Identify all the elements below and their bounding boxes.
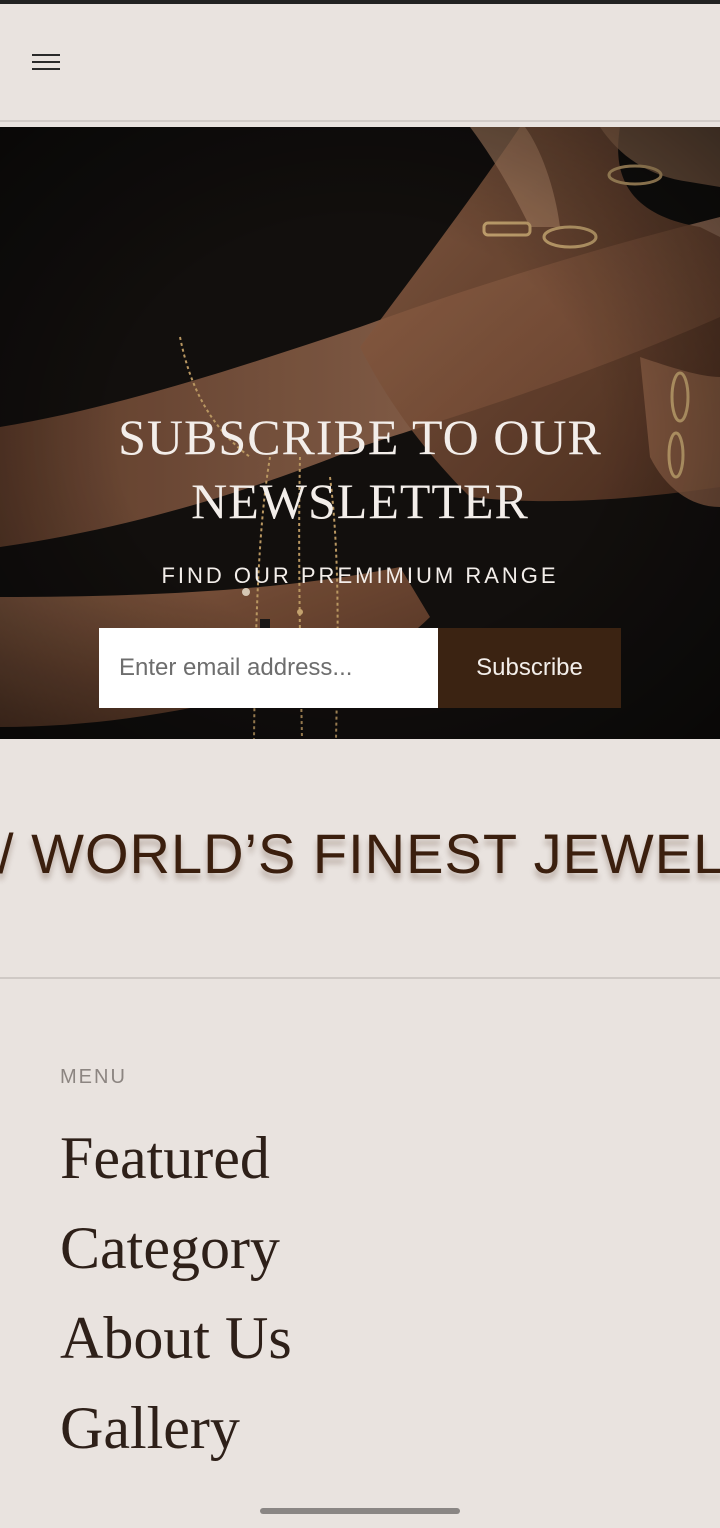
email-input[interactable] xyxy=(99,628,438,708)
subscribe-button[interactable]: Subscribe xyxy=(438,628,621,708)
newsletter-subtitle: FIND OUR PREMIMIUM RANGE xyxy=(161,563,559,588)
menu-item-gallery[interactable]: Gallery xyxy=(60,1392,240,1464)
menu-heading: MENU xyxy=(60,1066,127,1088)
banner-text: / WORLD’S FINEST JEWELL xyxy=(0,822,720,885)
menu-item-featured[interactable]: Featured xyxy=(60,1122,270,1194)
site-header xyxy=(0,4,720,122)
newsletter-hero: SUBSCRIBE TO OUR NEWSLETTER FIND OUR PRE… xyxy=(0,127,720,739)
home-indicator[interactable] xyxy=(260,1508,460,1514)
newsletter-title: SUBSCRIBE TO OUR NEWSLETTER xyxy=(118,409,602,529)
hamburger-menu-icon[interactable] xyxy=(32,54,62,72)
menu-item-about-us[interactable]: About Us xyxy=(60,1302,292,1374)
menu-item-category[interactable]: Category xyxy=(60,1212,280,1284)
scrolling-banner: / WORLD’S FINEST JEWELL xyxy=(0,739,720,979)
